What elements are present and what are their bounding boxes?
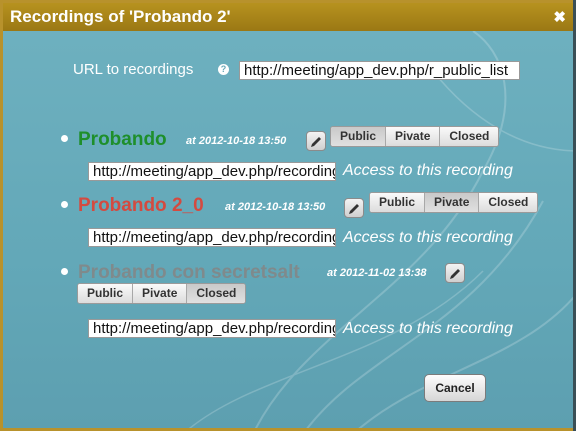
visibility-toggle[interactable]: Public Pivate Closed xyxy=(77,283,247,304)
access-recording-link[interactable]: Access to this recording xyxy=(343,320,513,338)
list-bullet xyxy=(61,135,68,142)
url-to-recordings-label: URL to recordings xyxy=(73,61,194,78)
visibility-toggle[interactable]: Public Pivate Closed xyxy=(369,192,539,213)
dialog-titlebar[interactable]: Recordings of 'Probando 2' ✖ xyxy=(3,3,573,31)
pencil-icon xyxy=(349,204,359,214)
visibility-closed[interactable]: Closed xyxy=(479,193,538,212)
recording-date: at 2012-10-18 13:50 xyxy=(186,135,287,147)
recording-name: Probando con secretsalt xyxy=(78,262,300,283)
edit-recording-button[interactable] xyxy=(306,131,326,151)
visibility-closed[interactable]: Closed xyxy=(440,127,499,146)
close-icon[interactable]: ✖ xyxy=(553,4,566,32)
visibility-toggle[interactable]: Public Pivate Closed xyxy=(330,126,500,147)
recording-link-field[interactable]: http://meeting/app_dev.php/recording xyxy=(88,228,336,247)
visibility-public[interactable]: Public xyxy=(370,193,426,212)
access-recording-link[interactable]: Access to this recording xyxy=(343,229,513,247)
pencil-icon xyxy=(311,137,321,147)
pencil-icon xyxy=(450,269,460,279)
recordings-url-field[interactable]: http://meeting/app_dev.php/r_public_list xyxy=(239,61,520,80)
recording-link-field[interactable]: http://meeting/app_dev.php/recording xyxy=(88,162,336,181)
access-recording-link[interactable]: Access to this recording xyxy=(343,162,513,180)
dialog-title: Recordings of 'Probando 2' xyxy=(10,7,231,26)
recording-name: Probando xyxy=(78,129,167,150)
question-icon[interactable]: ? xyxy=(218,64,229,75)
recordings-dialog: Recordings of 'Probando 2' ✖ URL to reco… xyxy=(0,0,576,431)
visibility-private[interactable]: Pivate xyxy=(386,127,441,146)
cancel-button[interactable]: Cancel xyxy=(424,374,486,402)
edit-recording-button[interactable] xyxy=(445,263,465,283)
recording-date: at 2012-10-18 13:50 xyxy=(225,201,326,213)
visibility-public[interactable]: Public xyxy=(331,127,387,146)
edit-recording-button[interactable] xyxy=(344,198,364,218)
recording-date: at 2012-11-02 13:38 xyxy=(327,267,427,279)
recording-name: Probando 2_0 xyxy=(78,195,204,216)
visibility-private[interactable]: Pivate xyxy=(425,193,480,212)
visibility-private[interactable]: Pivate xyxy=(133,284,188,303)
list-bullet xyxy=(61,268,68,275)
list-bullet xyxy=(61,201,68,208)
visibility-closed[interactable]: Closed xyxy=(187,284,246,303)
recording-link-field[interactable]: http://meeting/app_dev.php/recording xyxy=(88,319,336,338)
visibility-public[interactable]: Public xyxy=(78,284,134,303)
